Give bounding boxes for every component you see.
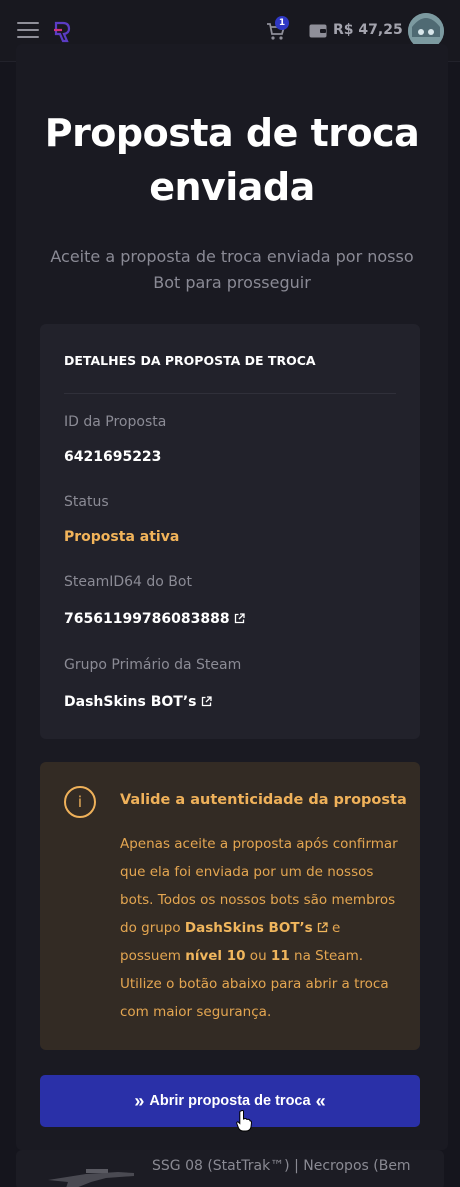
rifle-thumbnail (48, 1169, 134, 1187)
steam-group-link[interactable]: DashSkins BOT’s (64, 694, 212, 710)
level-10: nível 10 (185, 948, 246, 964)
dashskins-group-link[interactable]: DashSkins BOT’s (185, 920, 328, 936)
level-11: 11 (270, 948, 290, 964)
hand-pointer-cursor (236, 1110, 252, 1132)
double-chevron-right-icon: » (134, 1091, 145, 1111)
external-link-icon (317, 922, 328, 933)
wallet-balance[interactable]: R$ 47,25 (333, 22, 403, 38)
external-link-icon (234, 613, 245, 624)
info-icon: i (64, 786, 96, 818)
status-label: Status (64, 494, 109, 510)
offer-id-label: ID da Proposta (64, 414, 167, 430)
warning-title: Valide a autenticidade da proposta (120, 792, 407, 808)
wallet-icon (309, 24, 327, 38)
steam-group-value: DashSkins BOT’s (64, 694, 197, 710)
bot-steamid-label: SteamID64 do Bot (64, 574, 192, 590)
warning-text-part: ou (245, 948, 271, 964)
details-divider (64, 393, 396, 394)
dashskins-logo[interactable] (52, 20, 72, 44)
external-link-icon (201, 696, 212, 707)
cart-count-badge: 1 (275, 16, 289, 30)
double-chevron-left-icon: « (315, 1091, 326, 1111)
steam-group-label: Grupo Primário da Steam (64, 657, 242, 673)
hamburger-icon[interactable] (17, 22, 39, 40)
status-value: Proposta ativa (64, 529, 180, 545)
open-trade-offer-label: Abrir proposta de troca (149, 1093, 311, 1109)
details-heading: DETALHES DA PROPOSTA DE TROCA (64, 353, 316, 368)
dashskins-group-link-label: DashSkins BOT’s (184, 920, 313, 936)
bot-steamid-value: 76561199786083888 (64, 611, 230, 627)
trade-offer-modal: Proposta de troca enviada Aceite a propo… (16, 44, 448, 1150)
modal-subtitle: Aceite a proposta de troca enviada por n… (50, 247, 414, 292)
bot-steamid-link[interactable]: 76561199786083888 (64, 611, 245, 627)
authenticity-warning: i Valide a autenticidade da proposta Ape… (40, 762, 420, 1050)
warning-text: Apenas aceite a proposta após confirmar … (120, 830, 404, 1026)
background-product-item: SSG 08 (StatTrak™) | Necropos (Bem (16, 1150, 444, 1187)
background-product-name: SSG 08 (StatTrak™) | Necropos (Bem (152, 1158, 411, 1174)
modal-title: Proposta de troca enviada (44, 111, 420, 209)
trade-details-card: DETALHES DA PROPOSTA DE TROCA ID da Prop… (40, 324, 420, 739)
offer-id-value: 6421695223 (64, 449, 162, 465)
open-trade-offer-button[interactable]: » Abrir proposta de troca « (40, 1075, 420, 1127)
